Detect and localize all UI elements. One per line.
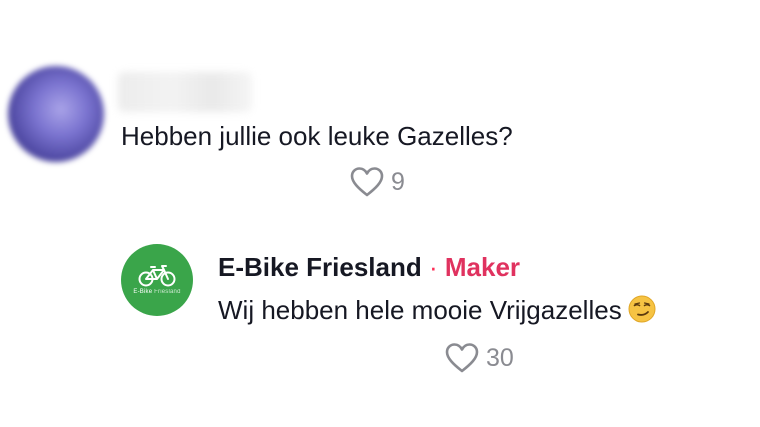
comment-text: Hebben jullie ook leuke Gazelles? [121,121,513,151]
smirking-face-icon [628,295,656,330]
heart-icon[interactable] [349,166,385,198]
commenter-username-redacted[interactable] [118,72,252,112]
like-button[interactable]: 9 [349,166,405,198]
avatar-logo-text: E-Bike Friesland [133,289,181,295]
commenter-avatar[interactable] [8,66,104,162]
reply-text: Wij hebben hele mooie Vrijgazelles [218,294,656,330]
author-name[interactable]: E-Bike Friesland [218,252,422,282]
like-count: 9 [391,168,405,196]
comment-item: Hebben jullie ook leuke Gazelles? 9 [0,0,760,215]
bicycle-icon [137,265,177,287]
reply-text-content: Wij hebben hele mooie Vrijgazelles [218,295,622,325]
maker-badge: Maker [444,252,521,282]
author-line: E-Bike Friesland · Maker [218,251,520,283]
separator-dot: · [428,252,438,282]
heart-icon[interactable] [444,342,480,374]
like-button[interactable]: 30 [444,342,514,374]
reply-item: E-Bike Friesland E-Bike Friesland · Make… [0,215,760,427]
like-count: 30 [486,344,514,372]
maker-avatar[interactable]: E-Bike Friesland [121,244,193,316]
